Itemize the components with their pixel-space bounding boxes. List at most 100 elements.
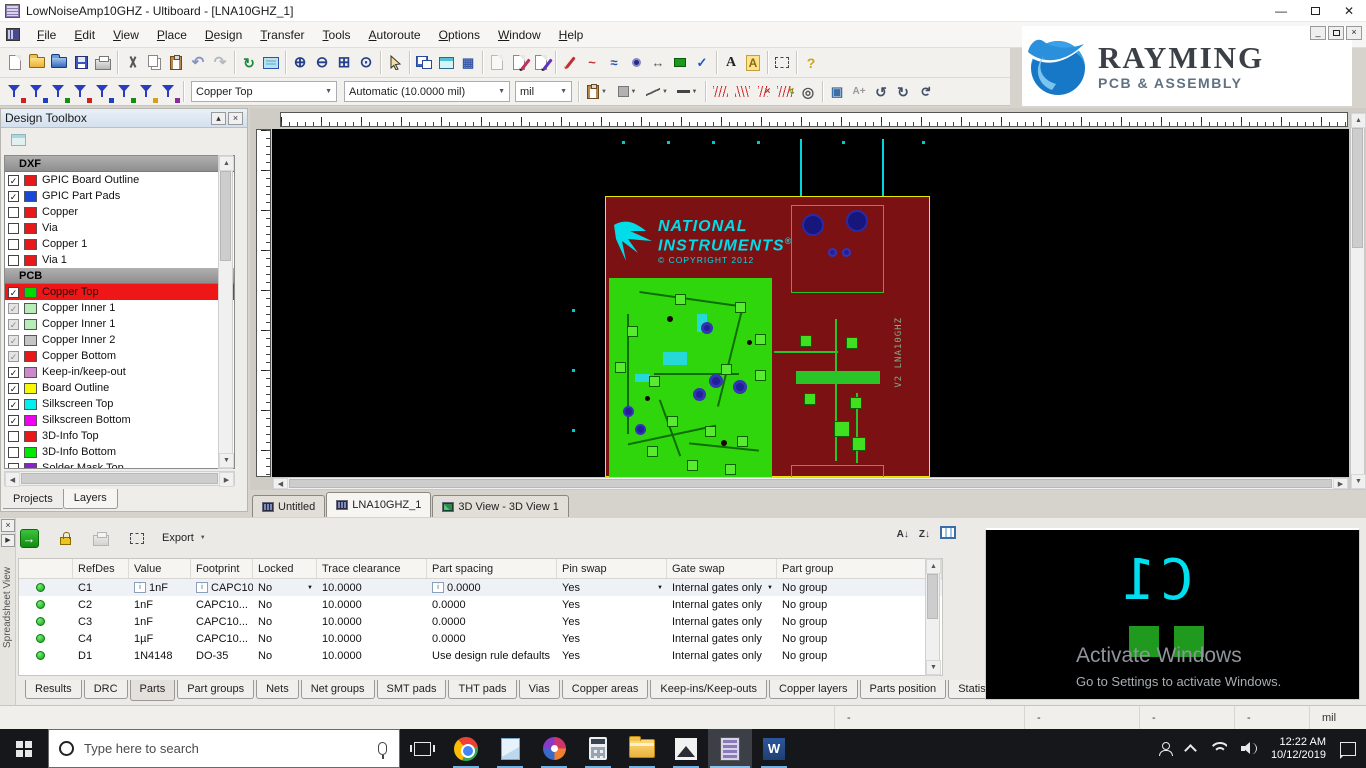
attribute-icon[interactable]: A <box>742 52 764 74</box>
canvas-vertical-scrollbar[interactable]: ▲ ▼ <box>1350 112 1365 490</box>
filter-copper-icon[interactable] <box>92 81 114 103</box>
3d-preview-pane[interactable]: C1 <box>985 528 1360 700</box>
pcb-design-canvas[interactable]: NATIONAL INSTRUMENTS® © COPYRIGHT 2012 <box>272 129 1349 477</box>
taskbar-file-explorer[interactable] <box>620 729 664 768</box>
scroll-up-icon[interactable]: ▲ <box>926 559 941 574</box>
scrollbar-thumb[interactable] <box>927 574 938 619</box>
scroll-up-icon[interactable]: ▲ <box>1351 113 1366 128</box>
microphone-icon[interactable] <box>378 742 387 755</box>
layer-row[interactable]: Via <box>5 220 234 236</box>
taskbar-clock[interactable]: 12:22 AM 10/12/2019 <box>1271 736 1326 762</box>
layer-visibility-checkbox[interactable] <box>8 463 19 470</box>
layer-visibility-checkbox[interactable]: ✓ <box>8 175 19 186</box>
close-button[interactable]: ✕ <box>1332 0 1366 21</box>
toolbox-icon[interactable]: ▦ <box>457 52 479 74</box>
wifi-icon[interactable] <box>1209 742 1227 755</box>
zoom-out-icon[interactable]: ⊖ <box>311 52 333 74</box>
connection-icon[interactable]: ≈ <box>603 52 625 74</box>
filter-text-icon[interactable] <box>136 81 158 103</box>
column-header-footprint[interactable]: Footprint <box>191 559 253 578</box>
spreadsheet-tab-part-groups[interactable]: Part groups <box>177 680 254 699</box>
layer-row[interactable]: ✓GPIC Part Pads <box>5 188 234 204</box>
menu-window[interactable]: Window <box>489 25 550 45</box>
document-tab[interactable]: LNA10GHZ_1 <box>326 492 431 517</box>
remove-trace-icon[interactable]: × <box>753 81 775 103</box>
layer-row[interactable]: 3D-Info Top <box>5 428 234 444</box>
layer-row[interactable]: ✓Copper Top <box>5 284 234 300</box>
active-layer-combobox[interactable]: Copper Top▼ <box>191 81 337 102</box>
layer-row[interactable]: ✓Copper Inner 1 <box>5 300 234 316</box>
text-size-icon[interactable]: A+ <box>848 81 870 103</box>
spreadsheet-tab-keep-ins-keep-outs[interactable]: Keep-ins/Keep-outs <box>650 680 767 699</box>
zoom-in-icon[interactable]: ⊕ <box>289 52 311 74</box>
layer-visibility-checkbox[interactable]: ✓ <box>8 383 19 394</box>
toolbox-tab-projects[interactable]: Projects <box>3 491 63 509</box>
line-style-icon[interactable]: ▼ <box>642 81 672 103</box>
new-file-icon[interactable] <box>4 52 26 74</box>
taskbar-ultiboard[interactable] <box>708 729 752 768</box>
layer-visibility-checkbox[interactable] <box>8 431 19 442</box>
layer-visibility-checkbox[interactable] <box>8 255 19 266</box>
volume-icon[interactable] <box>1241 742 1257 755</box>
grid-combobox[interactable]: Automatic (10.0000 mil)▼ <box>344 81 510 102</box>
paste-icon[interactable] <box>165 52 187 74</box>
open-project-icon[interactable] <box>48 52 70 74</box>
parts-table-row[interactable]: C41µFCAPC10...No10.00000.0000YesInternal… <box>19 630 942 647</box>
spreadsheet-tab-copper-layers[interactable]: Copper layers <box>769 680 857 699</box>
autoroute-icon[interactable]: ↯ <box>775 81 797 103</box>
column-header-gate-swap[interactable]: Gate swap <box>667 559 777 578</box>
copper-area-icon[interactable] <box>669 52 691 74</box>
taskbar-notepad[interactable] <box>488 729 532 768</box>
layer-row[interactable]: ✓Keep-in/keep-out <box>5 364 234 380</box>
scroll-down-icon[interactable]: ▼ <box>219 453 234 468</box>
sort-descending-icon[interactable]: Z↓ <box>919 529 930 540</box>
via-icon[interactable] <box>625 52 647 74</box>
spreadsheet-expand-icon[interactable]: ▶ <box>1 534 15 547</box>
cut-icon[interactable] <box>121 52 143 74</box>
undo-icon[interactable]: ↶ <box>187 52 209 74</box>
open-file-icon[interactable] <box>26 52 48 74</box>
select-area-icon[interactable] <box>126 527 148 549</box>
spreadsheet-tab-net-groups[interactable]: Net groups <box>301 680 375 699</box>
menu-place[interactable]: Place <box>148 25 196 45</box>
font-icon[interactable]: A <box>720 52 742 74</box>
parts-table-row[interactable]: D11N4148DO-35No10.0000Use design rule de… <box>19 647 942 664</box>
sort-ascending-icon[interactable]: A↓ <box>897 529 909 540</box>
design-toolbox-titlebar[interactable]: Design Toolbox ▴ × <box>1 109 247 128</box>
layer-visibility-checkbox[interactable] <box>8 447 19 458</box>
toolbox-tab-layers[interactable]: Layers <box>63 489 118 509</box>
spreadsheet-view-icon[interactable] <box>435 52 457 74</box>
taskbar-calculator[interactable] <box>576 729 620 768</box>
menu-design[interactable]: Design <box>196 25 251 45</box>
layers-icon[interactable] <box>7 129 29 151</box>
print-icon[interactable] <box>92 52 114 74</box>
action-center-icon[interactable] <box>1340 742 1356 756</box>
layer-row[interactable]: ✓Silkscreen Bottom <box>5 412 234 428</box>
layer-visibility-checkbox[interactable]: ✓ <box>8 367 19 378</box>
scroll-left-icon[interactable]: ◀ <box>273 478 288 489</box>
project-bar-icon[interactable] <box>413 52 435 74</box>
menu-file[interactable]: File <box>28 25 65 45</box>
menu-view[interactable]: View <box>104 25 148 45</box>
layer-row[interactable]: ✓Silkscreen Top <box>5 396 234 412</box>
save-icon[interactable] <box>70 52 92 74</box>
place-line-icon[interactable] <box>559 52 581 74</box>
netlist-icon[interactable] <box>731 81 753 103</box>
layer-visibility-checkbox[interactable]: ✓ <box>8 399 19 410</box>
scroll-down-icon[interactable]: ▼ <box>1351 474 1366 489</box>
panel-close-button[interactable]: × <box>228 112 243 125</box>
layer-row[interactable]: ✓GPIC Board Outline <box>5 172 234 188</box>
parts-table-row[interactable]: C21nFCAPC10...No10.00000.0000YesInternal… <box>19 596 942 613</box>
column-header-value[interactable]: Value <box>129 559 191 578</box>
layer-visibility-checkbox[interactable]: ✓ <box>8 319 19 330</box>
design-rules-icon[interactable]: ◎ <box>797 81 819 103</box>
people-icon[interactable] <box>1158 742 1172 756</box>
units-combobox[interactable]: mil▼ <box>515 81 572 102</box>
scrollbar-thumb[interactable] <box>289 479 1332 488</box>
orbit-icon[interactable]: ↻ <box>914 81 936 103</box>
redraw-icon[interactable]: ↻ <box>238 52 260 74</box>
selection-filter-icon[interactable] <box>771 52 793 74</box>
taskbar-search[interactable]: Type here to search <box>48 729 400 768</box>
spreadsheet-tab-results[interactable]: Results <box>25 680 82 699</box>
spreadsheet-tab-nets[interactable]: Nets <box>256 680 299 699</box>
